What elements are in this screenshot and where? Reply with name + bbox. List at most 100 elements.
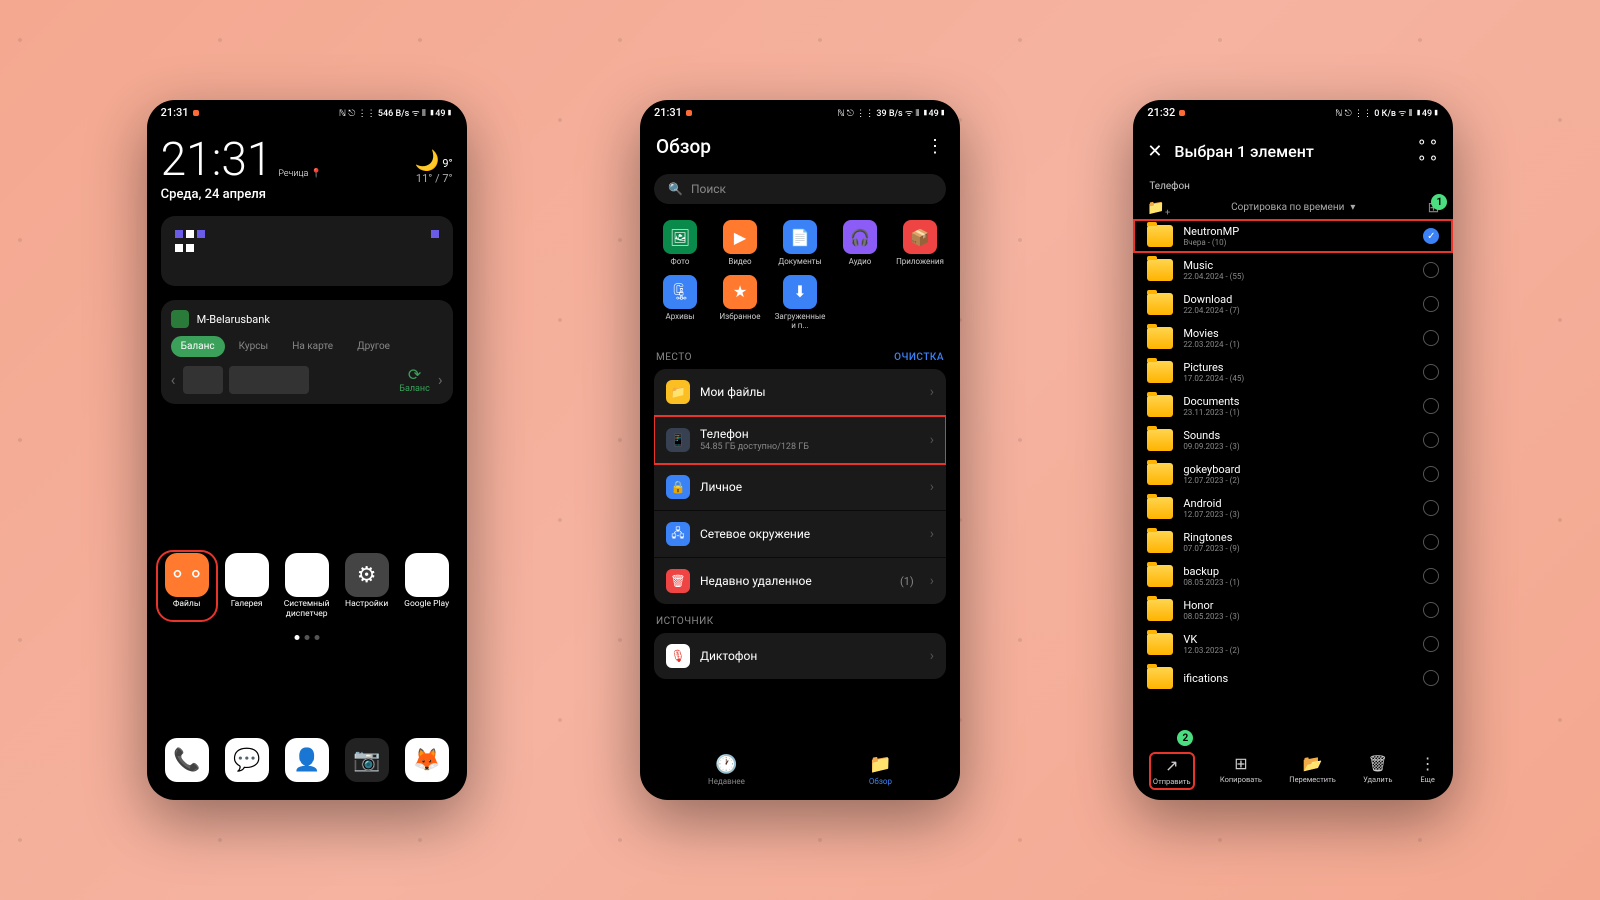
- nav-Недавнее[interactable]: 🕐Недавнее: [708, 754, 745, 786]
- bank-tab[interactable]: Другое: [347, 336, 400, 357]
- status-time: 21:31: [161, 106, 189, 119]
- refresh-button[interactable]: ⟳Баланс: [399, 365, 430, 394]
- select-radio[interactable]: [1423, 534, 1439, 550]
- select-radio[interactable]: [1423, 602, 1439, 618]
- action-Еще[interactable]: ⋮Еще: [1420, 754, 1436, 788]
- step-badge-2: 2: [1177, 730, 1193, 746]
- app-галерея[interactable]: ✿Галерея: [219, 553, 275, 619]
- more-icon[interactable]: ⋮: [926, 136, 944, 157]
- select-radio[interactable]: [1423, 432, 1439, 448]
- dock-app[interactable]: 👤: [279, 738, 335, 782]
- app-header: Обзор ⋮: [640, 125, 960, 168]
- phone-files-overview: 21:31 ℕ ⎋ ⋮⋮ 39 B/s ᯤ ⫴ ▮49▮ Обзор ⋮ 🔍 П…: [640, 100, 960, 800]
- status-bar: 21:31 ℕ ⎋ ⋮⋮ 546 B/s ᯤ ⫴ ▮49▮: [147, 100, 467, 125]
- select-radio[interactable]: [1423, 636, 1439, 652]
- source-row[interactable]: 🎙Диктофон›: [654, 633, 946, 679]
- app-системный диспетчер[interactable]: 🛡Системный диспетчер: [279, 553, 335, 619]
- folder-row[interactable]: ifications: [1133, 661, 1453, 695]
- folder-row[interactable]: Movies22.03.2024 - (1): [1133, 321, 1453, 355]
- select-radio[interactable]: ✓: [1423, 228, 1439, 244]
- new-folder-icon[interactable]: 📁₊: [1147, 200, 1170, 216]
- dock-app[interactable]: 📞: [159, 738, 215, 782]
- action-Переместить[interactable]: 📂Переместить: [1289, 754, 1336, 788]
- folder-row[interactable]: Download22.04.2024 - (7): [1133, 287, 1453, 321]
- select-radio[interactable]: [1423, 364, 1439, 380]
- category-Аудио[interactable]: 🎧Аудио: [834, 220, 886, 267]
- search-icon: 🔍: [668, 182, 683, 196]
- bank-tab[interactable]: Курсы: [229, 336, 279, 357]
- folder-icon: [1147, 259, 1173, 281]
- breadcrumb[interactable]: Телефон: [1133, 177, 1453, 196]
- folder-row[interactable]: Sounds09.09.2023 - (3): [1133, 423, 1453, 457]
- category-Избранное[interactable]: ★Избранное: [714, 275, 766, 331]
- select-radio[interactable]: [1423, 296, 1439, 312]
- select-radio[interactable]: [1423, 330, 1439, 346]
- status-icons: ℕ ⎋ ⋮⋮ 546 B/s ᯤ ⫴ ▮49▮: [339, 106, 453, 119]
- chevron-right-icon[interactable]: ›: [438, 370, 443, 389]
- sort-button[interactable]: Сортировка по времени: [1231, 202, 1344, 213]
- select-radio[interactable]: [1423, 398, 1439, 414]
- select-radio[interactable]: [1423, 500, 1439, 516]
- phone-folder-select: 21:32 ℕ ⎋ ⋮⋮ 0 К/в ᯤ ⫴ ▮49▮ ✕ Выбран 1 э…: [1133, 100, 1453, 800]
- dock-app[interactable]: 🦊: [399, 738, 455, 782]
- select-radio[interactable]: [1423, 466, 1439, 482]
- phone-home: 21:31 ℕ ⎋ ⋮⋮ 546 B/s ᯤ ⫴ ▮49▮ 21:31 Речи…: [147, 100, 467, 800]
- bank-tab[interactable]: Баланс: [171, 336, 225, 357]
- app-google play[interactable]: ▶Google Play: [399, 553, 455, 619]
- music-widget[interactable]: [161, 216, 453, 286]
- step-badge-1: 1: [1431, 194, 1447, 210]
- weather-widget[interactable]: 🌙 9° 11° / 7°: [415, 148, 453, 185]
- category-Приложения[interactable]: 📦Приложения: [894, 220, 946, 267]
- bank-tab[interactable]: На карте: [282, 336, 343, 357]
- close-icon[interactable]: ✕: [1147, 141, 1162, 162]
- status-bar: 21:32 ℕ ⎋ ⋮⋮ 0 К/в ᯤ ⫴ ▮49▮: [1133, 100, 1453, 125]
- action-Копировать[interactable]: ⊞Копировать: [1220, 754, 1262, 788]
- chevron-left-icon[interactable]: ‹: [171, 370, 176, 389]
- place-row[interactable]: 📱Телефон54.85 ГБ доступно/128 ГБ›: [654, 416, 946, 464]
- dock-app[interactable]: 💬: [219, 738, 275, 782]
- folder-icon: [1147, 633, 1173, 655]
- place-row[interactable]: 🖧Сетевое окружение›: [654, 511, 946, 558]
- select-radio[interactable]: [1423, 670, 1439, 686]
- category-Загруженные и п...[interactable]: ⬇Загруженные и п...: [774, 275, 826, 331]
- place-row[interactable]: 🔒Личное›: [654, 464, 946, 511]
- category-Видео[interactable]: ▶Видео: [714, 220, 766, 267]
- folder-row[interactable]: Honor08.05.2023 - (3): [1133, 593, 1453, 627]
- scan-icon[interactable]: ⚬⚬⚬⚬: [1416, 135, 1439, 167]
- folder-icon: [1147, 293, 1173, 315]
- folder-row[interactable]: NeutronMPВчера - (10)✓: [1133, 219, 1453, 253]
- section-header: ИСТОЧНИК: [656, 616, 714, 627]
- dock-app[interactable]: 📷: [339, 738, 395, 782]
- folder-icon: [1147, 463, 1173, 485]
- folder-row[interactable]: Documents23.11.2023 - (1): [1133, 389, 1453, 423]
- folder-row[interactable]: Android12.07.2023 - (3): [1133, 491, 1453, 525]
- folder-icon: [1147, 531, 1173, 553]
- app-настройки[interactable]: ⚙Настройки: [339, 553, 395, 619]
- action-Удалить[interactable]: 🗑Удалить: [1363, 754, 1392, 788]
- folder-icon: [1147, 225, 1173, 247]
- select-radio[interactable]: [1423, 568, 1439, 584]
- status-bar: 21:31 ℕ ⎋ ⋮⋮ 39 B/s ᯤ ⫴ ▮49▮: [640, 100, 960, 125]
- clean-button[interactable]: ОЧИСТКА: [894, 352, 944, 363]
- folder-icon: [1147, 327, 1173, 349]
- action-Отправить[interactable]: ↗Отправить: [1151, 754, 1193, 788]
- category-Фото[interactable]: 🖼Фото: [654, 220, 706, 267]
- folder-row[interactable]: VK12.03.2023 - (2): [1133, 627, 1453, 661]
- bank-widget[interactable]: M-Belarusbank БалансКурсыНа картеДругое …: [161, 300, 453, 404]
- folder-row[interactable]: Music22.04.2024 - (55): [1133, 253, 1453, 287]
- search-input[interactable]: 🔍 Поиск: [654, 174, 946, 204]
- folder-row[interactable]: Pictures17.02.2024 - (45): [1133, 355, 1453, 389]
- place-row[interactable]: 📁Мои файлы›: [654, 369, 946, 416]
- category-Архивы[interactable]: 🗜Архивы: [654, 275, 706, 331]
- bank-name: M-Belarusbank: [197, 313, 270, 326]
- folder-icon: [1147, 429, 1173, 451]
- place-row[interactable]: 🗑Недавно удаленное(1)›: [654, 558, 946, 604]
- folder-row[interactable]: Ringtones07.07.2023 - (9): [1133, 525, 1453, 559]
- folder-icon: [1147, 395, 1173, 417]
- category-Документы[interactable]: 📄Документы: [774, 220, 826, 267]
- folder-row[interactable]: backup08.05.2023 - (1): [1133, 559, 1453, 593]
- nav-Обзор[interactable]: 📁Обзор: [869, 754, 892, 786]
- select-radio[interactable]: [1423, 262, 1439, 278]
- app-файлы[interactable]: ⚬⚬Файлы: [159, 553, 215, 619]
- folder-row[interactable]: gokeyboard12.07.2023 - (2): [1133, 457, 1453, 491]
